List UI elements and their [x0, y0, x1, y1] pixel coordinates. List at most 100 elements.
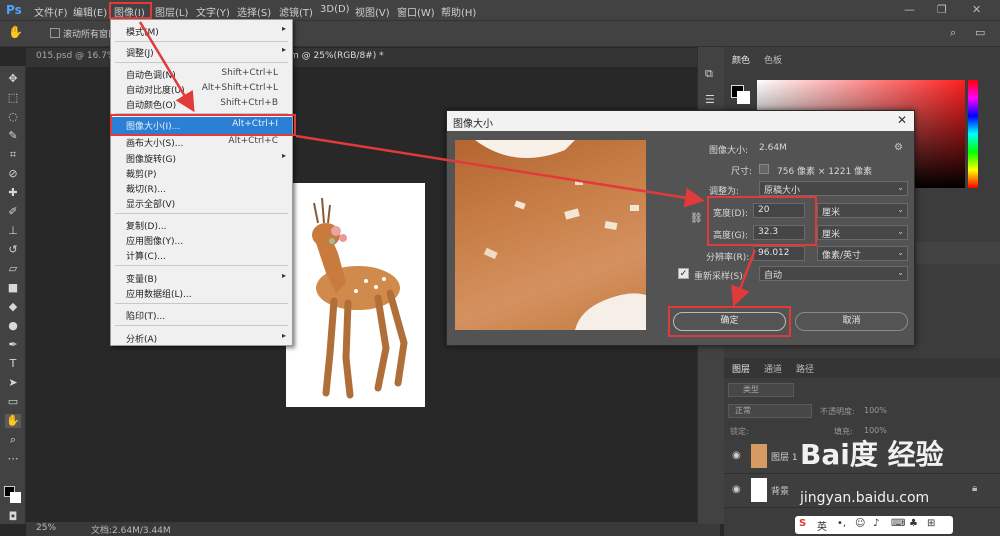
- quick-mask-icon[interactable]: ◘: [5, 510, 21, 524]
- width-unit-select[interactable]: 厘米 ⌄: [817, 203, 908, 218]
- opacity-value[interactable]: 100%: [864, 406, 887, 415]
- keyboard-icon[interactable]: ⌨: [891, 518, 905, 529]
- eyedropper-tool-icon[interactable]: ⊘: [5, 167, 21, 181]
- type-tool-icon[interactable]: T: [5, 357, 21, 371]
- layer-name[interactable]: 图层 1: [771, 450, 798, 463]
- dodge-tool-icon[interactable]: ●: [5, 319, 21, 333]
- menu-item-duplicate[interactable]: 复制(D)...: [111, 217, 292, 232]
- menu-item-auto-color[interactable]: 自动颜色(O) Shift+Ctrl+B: [111, 96, 292, 111]
- scroll-all-checkbox[interactable]: [50, 28, 60, 38]
- path-select-icon[interactable]: ➤: [5, 376, 21, 390]
- menu-item-calculations[interactable]: 计算(C)...: [111, 247, 292, 262]
- history-panel-icon[interactable]: ⧉: [705, 67, 713, 81]
- pen-tool-icon[interactable]: ✒: [5, 338, 21, 352]
- quick-select-tool-icon[interactable]: ✎: [5, 129, 21, 143]
- blend-mode-select[interactable]: 正常: [728, 404, 812, 418]
- blur-tool-icon[interactable]: ◆: [5, 300, 21, 314]
- menu-item-trim[interactable]: 裁切(R)...: [111, 180, 292, 195]
- menu-item-auto-contrast[interactable]: 自动对比度(U) Alt+Shift+Ctrl+L: [111, 81, 292, 96]
- menu-item-image-rotation[interactable]: 图像旋转(G) ▸: [111, 150, 292, 165]
- ime-language[interactable]: 英: [817, 518, 827, 533]
- menu-view[interactable]: 视图(V): [355, 4, 390, 19]
- gradient-tool-icon[interactable]: ■: [5, 281, 21, 295]
- fit-to-select[interactable]: 原稿大小 ⌄: [759, 181, 908, 196]
- history-brush-icon[interactable]: ↺: [5, 243, 21, 257]
- resample-select[interactable]: 自动 ⌄: [759, 266, 908, 281]
- dimensions-dropdown[interactable]: [759, 164, 769, 174]
- menu-window[interactable]: 窗口(W): [397, 4, 435, 19]
- background-color-swatch[interactable]: [10, 492, 21, 503]
- menu-layer[interactable]: 图层(L): [155, 4, 188, 19]
- layer-kind-filter[interactable]: 类型: [728, 383, 794, 397]
- menu-item-mode[interactable]: 模式(M) ▸: [111, 23, 292, 38]
- zoom-level[interactable]: 25%: [36, 523, 56, 533]
- tab-channels[interactable]: 通道: [764, 362, 782, 375]
- workspace-icon[interactable]: ▭: [975, 26, 985, 39]
- close-button[interactable]: ✕: [972, 3, 981, 16]
- tab-paths[interactable]: 路径: [796, 362, 814, 375]
- menu-edit[interactable]: 编辑(E): [73, 4, 107, 19]
- layer-name[interactable]: 背景: [771, 484, 789, 497]
- menu-select[interactable]: 选择(S): [237, 4, 271, 19]
- menu-item-variables[interactable]: 变量(B) ▸: [111, 270, 292, 285]
- lasso-tool-icon[interactable]: ◌: [5, 110, 21, 124]
- cancel-button[interactable]: 取消: [795, 312, 908, 331]
- menu-item-auto-tone[interactable]: 自动色调(N) Shift+Ctrl+L: [111, 66, 292, 81]
- properties-panel-icon[interactable]: ☰: [705, 93, 715, 106]
- clone-stamp-icon[interactable]: ⊥: [5, 224, 21, 238]
- menu-item-apply-image[interactable]: 应用图像(Y)...: [111, 232, 292, 247]
- rectangle-tool-icon[interactable]: ▭: [5, 395, 21, 409]
- tab-color[interactable]: 颜色: [732, 53, 750, 66]
- move-tool-icon[interactable]: ✥: [5, 72, 21, 86]
- resolution-unit-select[interactable]: 像素/英寸 ⌄: [817, 246, 908, 261]
- menu-item-trap[interactable]: 陷印(T)...: [111, 307, 292, 322]
- more-tools-icon[interactable]: ⋯: [5, 452, 21, 466]
- hand-tool-icon[interactable]: ✋: [5, 414, 21, 428]
- gear-icon[interactable]: ⚙: [894, 142, 903, 153]
- image-preview[interactable]: [455, 140, 646, 330]
- brush-tool-icon[interactable]: ✐: [5, 205, 21, 219]
- menu-item-apply-data-set[interactable]: 应用数据组(L)...: [111, 285, 292, 300]
- resolution-label: 分辨率(R):: [706, 253, 750, 263]
- zoom-tool-icon[interactable]: ⌕: [5, 433, 21, 447]
- resolution-input[interactable]: 96.012: [753, 246, 805, 261]
- search-icon[interactable]: ⌕: [950, 26, 956, 40]
- toolbox-icon[interactable]: ⊞: [927, 518, 935, 529]
- baidu-jingyan-logo: Bai度 经验: [800, 438, 944, 471]
- eye-icon[interactable]: ◉: [732, 450, 741, 461]
- healing-brush-icon[interactable]: ✚: [5, 186, 21, 200]
- menu-help[interactable]: 帮助(H): [441, 4, 476, 19]
- minimize-button[interactable]: —: [904, 3, 915, 16]
- tab-015-psd[interactable]: 015.psd @ 16.7%: [36, 51, 115, 61]
- height-unit-select[interactable]: 厘米 ⌄: [817, 225, 908, 240]
- microphone-icon[interactable]: ♪: [873, 518, 879, 529]
- skin-icon[interactable]: ♣: [909, 518, 918, 529]
- menu-type[interactable]: 文字(Y): [196, 4, 230, 19]
- emoji-icon[interactable]: ☺: [855, 518, 865, 529]
- menu-item-adjustments[interactable]: 调整(J) ▸: [111, 44, 292, 59]
- sogou-icon[interactable]: S: [799, 518, 806, 529]
- resample-checkbox[interactable]: ✓: [678, 268, 689, 279]
- menu-item-canvas-size[interactable]: 画布大小(S)... Alt+Ctrl+C: [111, 134, 292, 149]
- restore-button[interactable]: ❐: [937, 3, 947, 16]
- punctuation-icon[interactable]: •,: [837, 518, 846, 529]
- link-icon[interactable]: ⛓: [690, 213, 703, 224]
- panel-background-swatch[interactable]: [737, 91, 750, 104]
- hand-tool-icon: ✋: [8, 25, 23, 39]
- eraser-tool-icon[interactable]: ▱: [5, 262, 21, 276]
- crop-tool-icon[interactable]: ⌗: [5, 148, 21, 162]
- tab-layers[interactable]: 图层: [732, 362, 750, 375]
- menu-item-analysis[interactable]: 分析(A) ▸: [111, 330, 292, 345]
- tab-current-doc[interactable]: m @ 25%(RGB/8#) *: [290, 51, 384, 61]
- menu-3d[interactable]: 3D(D): [320, 4, 350, 15]
- document-canvas[interactable]: [286, 183, 425, 407]
- menu-file[interactable]: 文件(F): [34, 4, 68, 19]
- menu-item-reveal-all[interactable]: 显示全部(V): [111, 195, 292, 210]
- menu-filter[interactable]: 滤镜(T): [279, 4, 313, 19]
- marquee-tool-icon[interactable]: ⬚: [5, 91, 21, 105]
- hue-slider[interactable]: [968, 80, 978, 188]
- menu-item-crop[interactable]: 裁剪(P): [111, 165, 292, 180]
- tab-swatches[interactable]: 色板: [764, 53, 782, 66]
- eye-icon[interactable]: ◉: [732, 484, 741, 495]
- close-icon[interactable]: ✕: [897, 113, 907, 127]
